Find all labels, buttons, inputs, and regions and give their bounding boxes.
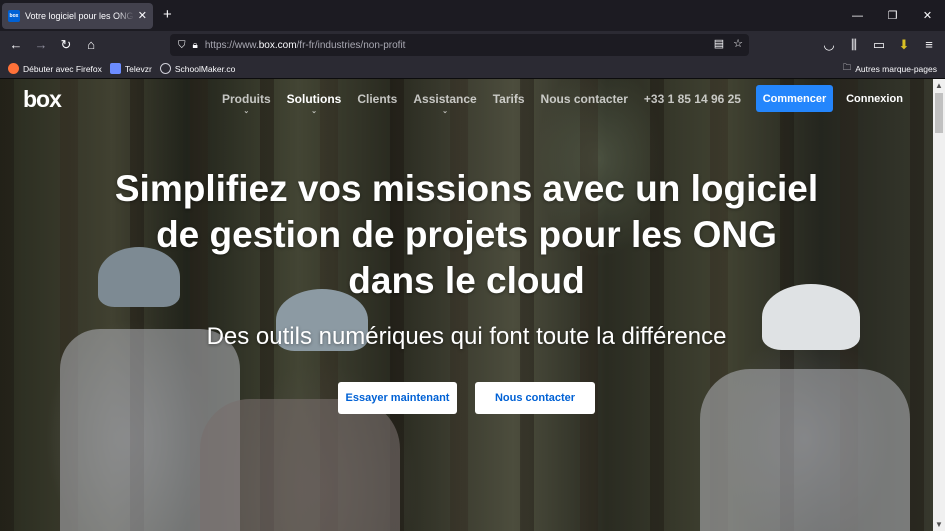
menu-icon[interactable]: ≡ — [921, 37, 937, 53]
chevron-down-icon: ⌄ — [243, 108, 250, 115]
bookmark-schoolmaker[interactable]: SchoolMaker.co — [159, 63, 235, 74]
minimize-icon[interactable]: — — [840, 0, 875, 31]
connexion-button[interactable]: Connexion — [840, 85, 909, 112]
chevron-down-icon: ⌄ — [442, 108, 448, 115]
worker-right-image — [700, 369, 910, 531]
bookmarks-toolbar: Débuter avec Firefox Televzr SchoolMaker… — [0, 59, 945, 79]
bookmark-star-icon[interactable]: ☆ — [733, 37, 743, 50]
bookmark-firefox[interactable]: Débuter avec Firefox — [8, 63, 102, 74]
url-text[interactable]: https://www.box.com/fr-fr/industries/non… — [205, 40, 406, 51]
sidebar-icon[interactable]: ▭ — [871, 37, 887, 53]
extension-icon[interactable]: ⬇ — [896, 37, 912, 53]
worker-center-image — [200, 399, 400, 531]
close-window-icon[interactable]: ✕ — [910, 0, 945, 31]
forward-icon[interactable]: → — [33, 37, 49, 53]
scroll-down-icon[interactable]: ▼ — [935, 520, 943, 529]
page-viewport: box Produits ⌄ Solutions ⌄ Clients Assista… — [0, 79, 933, 531]
page-scrollbar[interactable]: ▲ ▼ — [933, 79, 945, 531]
hero-subtitle: Des outils numériques qui font toute la … — [206, 323, 727, 350]
bookmark-televzr[interactable]: Televzr — [109, 63, 152, 74]
close-tab-icon[interactable]: ✕ — [138, 10, 147, 22]
menu-assistance[interactable]: Assistance ⌄ — [413, 92, 476, 115]
menu-clients[interactable]: Clients — [357, 92, 397, 106]
address-bar[interactable]: ⛉ 🔒︎ https://www.box.com/fr-fr/industrie… — [170, 34, 749, 56]
nous-contacter-button[interactable]: Nous contacter — [475, 382, 595, 414]
tracking-shield-icon[interactable]: ⛉ — [178, 40, 186, 51]
window-controls: — ❐ ✕ — [840, 0, 945, 31]
scroll-up-icon[interactable]: ▲ — [935, 81, 943, 90]
box-favicon-icon: box — [8, 10, 20, 22]
pocket-icon[interactable]: ◡ — [821, 37, 837, 53]
globe-icon — [159, 63, 171, 74]
tab-strip: box Votre logiciel pour les ONG dans le … — [0, 0, 945, 31]
back-icon[interactable]: ← — [8, 37, 24, 53]
menu-produits[interactable]: Produits ⌄ — [222, 92, 271, 115]
reload-icon[interactable]: ↻ — [58, 37, 74, 53]
scroll-thumb[interactable] — [935, 93, 943, 133]
commencer-button[interactable]: Commencer — [756, 85, 833, 112]
main-menu: Produits ⌄ Solutions ⌄ Clients Assistance ⌄… — [222, 92, 757, 115]
folder-icon: 🗀 — [842, 62, 852, 72]
menu-solutions[interactable]: Solutions ⌄ — [287, 92, 342, 115]
reader-view-icon[interactable]: ▤ — [714, 37, 724, 50]
chevron-down-icon: ⌄ — [311, 108, 317, 115]
box-logo[interactable]: box — [23, 86, 62, 113]
other-bookmarks[interactable]: 🗀 Autres marque-pages — [843, 62, 937, 76]
menu-phone[interactable]: +33 1 85 14 96 25 — [644, 92, 741, 106]
hero-title: Simplifiez vos missions avec un logiciel… — [114, 168, 819, 301]
new-tab-icon[interactable]: + — [163, 7, 172, 22]
menu-contact[interactable]: Nous contacter — [541, 92, 628, 106]
tab-title: Votre logiciel pour les ONG dans le clou… — [25, 11, 134, 21]
televzr-icon — [109, 63, 121, 74]
home-icon[interactable]: ⌂ — [83, 37, 99, 53]
lock-icon[interactable]: 🔒︎ — [193, 40, 198, 51]
tab-active[interactable]: box Votre logiciel pour les ONG dans le … — [2, 3, 153, 29]
library-icon[interactable]: ⫼ — [846, 37, 862, 53]
firefox-icon — [8, 63, 19, 74]
restore-icon[interactable]: ❐ — [875, 0, 910, 31]
essayer-button[interactable]: Essayer maintenant — [338, 382, 457, 414]
site-header: box Produits ⌄ Solutions ⌄ Clients Assista… — [0, 79, 933, 121]
nav-toolbar: ← → ↻ ⌂ ⛉ 🔒︎ https://www.box.com/fr-fr/i… — [0, 31, 945, 59]
menu-tarifs[interactable]: Tarifs — [493, 92, 525, 106]
